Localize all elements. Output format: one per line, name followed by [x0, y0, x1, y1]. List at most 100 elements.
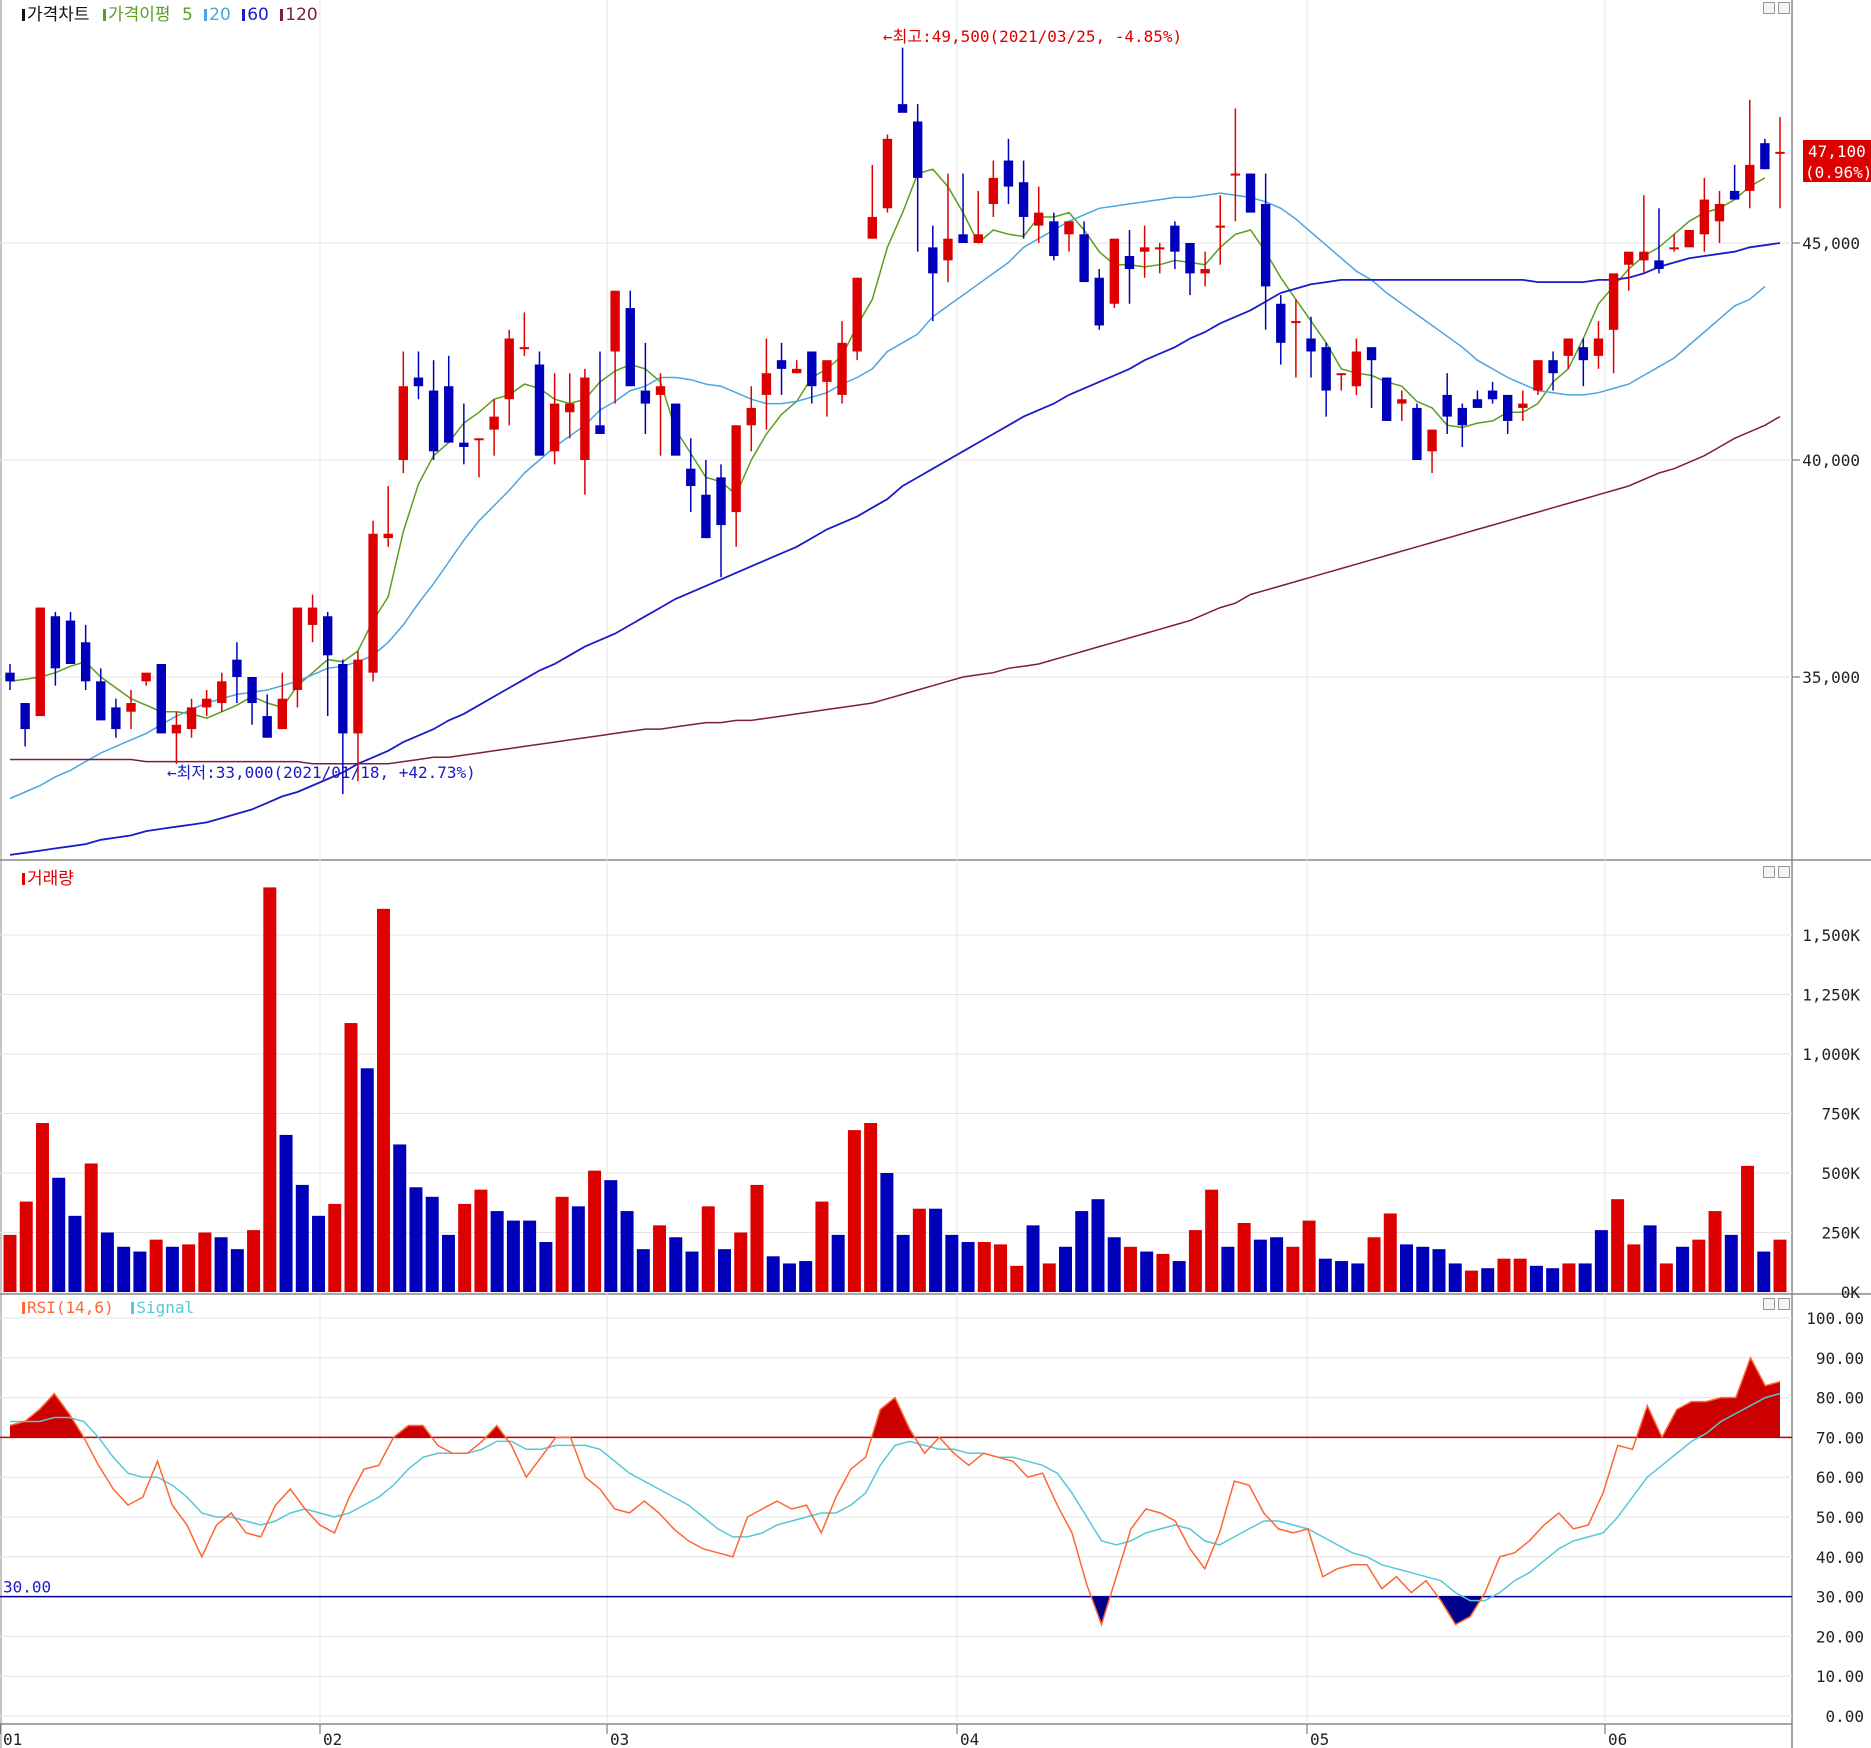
volume-bar — [1448, 1263, 1462, 1292]
volume-y-tick-label: 1,000K — [1802, 1045, 1860, 1064]
volume-bar — [1773, 1239, 1787, 1292]
candle-body — [988, 177, 999, 204]
price-panel-minimize-button[interactable] — [1763, 2, 1775, 14]
candle-body — [489, 416, 499, 430]
candle-body — [1079, 234, 1089, 283]
volume-bar — [458, 1203, 472, 1292]
candle-body — [413, 377, 424, 387]
candle-body — [1412, 407, 1422, 460]
x-tick-label: 03 — [610, 1730, 629, 1748]
rsi-30-label: 30.00 — [3, 1578, 51, 1597]
candle-body — [973, 234, 983, 243]
volume-bar — [847, 1130, 861, 1292]
candle-body — [111, 707, 121, 730]
legend-rsi: RSI(14,6) — [27, 1298, 114, 1317]
price-panel[interactable]: ←최고:49,500(2021/03/25, -4.85%) ←최저:33,000… — [5, 27, 1785, 856]
volume-bar — [117, 1246, 131, 1292]
candle-body — [640, 390, 651, 404]
candle-body — [716, 477, 726, 526]
volume-bar — [1221, 1246, 1235, 1292]
x-tick-label: 06 — [1608, 1730, 1627, 1748]
rsi-y-tick-label: 90.00 — [1816, 1349, 1864, 1368]
rsi-y-tick-label: 10.00 — [1816, 1667, 1864, 1686]
rsi-y-tick-label: 30.00 — [1816, 1588, 1864, 1607]
candle-body — [913, 121, 923, 178]
volume-bar — [1351, 1263, 1365, 1292]
candle-body — [1260, 203, 1271, 287]
candle-body — [1714, 203, 1725, 222]
candle-body — [731, 425, 741, 513]
candle-body — [20, 703, 30, 730]
volume-y-tick-label: 0K — [1841, 1283, 1861, 1302]
volume-bar — [701, 1206, 715, 1292]
volume-bar — [1708, 1211, 1722, 1292]
candle-body — [398, 386, 409, 460]
volume-panel[interactable] — [3, 887, 1787, 1292]
volume-bar — [1042, 1263, 1056, 1292]
candle-body — [1366, 347, 1377, 361]
volume-bar — [490, 1211, 504, 1292]
candle-body — [292, 607, 303, 691]
volume-bar — [149, 1239, 163, 1292]
legend-ma5: 5 — [181, 5, 193, 25]
candle-body — [897, 104, 908, 113]
candle-body — [1245, 173, 1256, 213]
candle-body — [625, 308, 635, 387]
candle-body — [1442, 394, 1452, 417]
volume-bar — [376, 908, 390, 1292]
volume-bar — [360, 1068, 374, 1292]
volume-bar — [1205, 1189, 1219, 1292]
candle-body — [368, 533, 378, 673]
price-panel-close-button[interactable] — [1778, 2, 1790, 14]
candle-body — [1381, 377, 1392, 421]
volume-bar — [1237, 1222, 1251, 1292]
volume-bar — [279, 1134, 293, 1292]
volume-bar — [263, 887, 277, 1292]
candle-body — [867, 216, 877, 239]
volume-bar — [945, 1234, 959, 1292]
chart-canvas[interactable]: ←최고:49,500(2021/03/25, -4.85%) ←최저:33,000… — [0, 0, 1871, 1748]
volume-bar — [1075, 1211, 1089, 1292]
candle-body — [5, 672, 15, 682]
candle-body — [1472, 399, 1483, 408]
candle-body — [1457, 407, 1467, 426]
candle-body — [1200, 269, 1210, 274]
volume-bar — [653, 1225, 667, 1292]
x-tick-label: 04 — [960, 1730, 979, 1748]
volume-bar — [1432, 1249, 1446, 1292]
legend-signal: Signal — [136, 1298, 195, 1317]
volume-panel-close-button[interactable] — [1778, 866, 1790, 878]
volume-bar — [750, 1184, 764, 1292]
volume-bar — [864, 1123, 878, 1292]
candle-body — [595, 425, 605, 434]
legend-ma-label: 가격이평 — [107, 5, 171, 25]
rsi-legend: RSI(14,6) Signal — [22, 1298, 196, 1317]
rsi-panel-minimize-button[interactable] — [1763, 1298, 1775, 1310]
volume-bar — [1692, 1239, 1706, 1292]
rsi-panel-close-button[interactable] — [1778, 1298, 1790, 1310]
chart-window: ←최고:49,500(2021/03/25, -4.85%) ←최저:33,000… — [0, 0, 1871, 1748]
volume-bar — [35, 1123, 49, 1292]
volume-bar — [1107, 1237, 1121, 1292]
volume-bar — [1026, 1225, 1040, 1292]
price-y-tick-label: 35,000 — [1802, 668, 1860, 687]
volume-bar — [295, 1184, 309, 1292]
volume-panel-minimize-button[interactable] — [1763, 866, 1775, 878]
candle-body — [1593, 338, 1604, 356]
candle-body — [1518, 403, 1528, 408]
volume-y-tick-label: 1,500K — [1802, 926, 1860, 945]
volume-bar — [766, 1256, 780, 1292]
candle-body — [1397, 399, 1407, 404]
volume-bar — [604, 1180, 618, 1292]
candle-body — [1109, 238, 1120, 304]
candle-body — [1155, 247, 1165, 250]
candle-body — [1003, 160, 1014, 187]
candle-body — [186, 707, 197, 730]
candle-body — [1351, 351, 1362, 387]
candle-body — [1624, 251, 1634, 265]
rsi-y-tick-label: 20.00 — [1816, 1627, 1864, 1646]
volume-bar — [425, 1196, 439, 1292]
candle-body — [565, 403, 575, 413]
volume-bar — [799, 1261, 813, 1292]
candle-body — [1321, 347, 1331, 391]
